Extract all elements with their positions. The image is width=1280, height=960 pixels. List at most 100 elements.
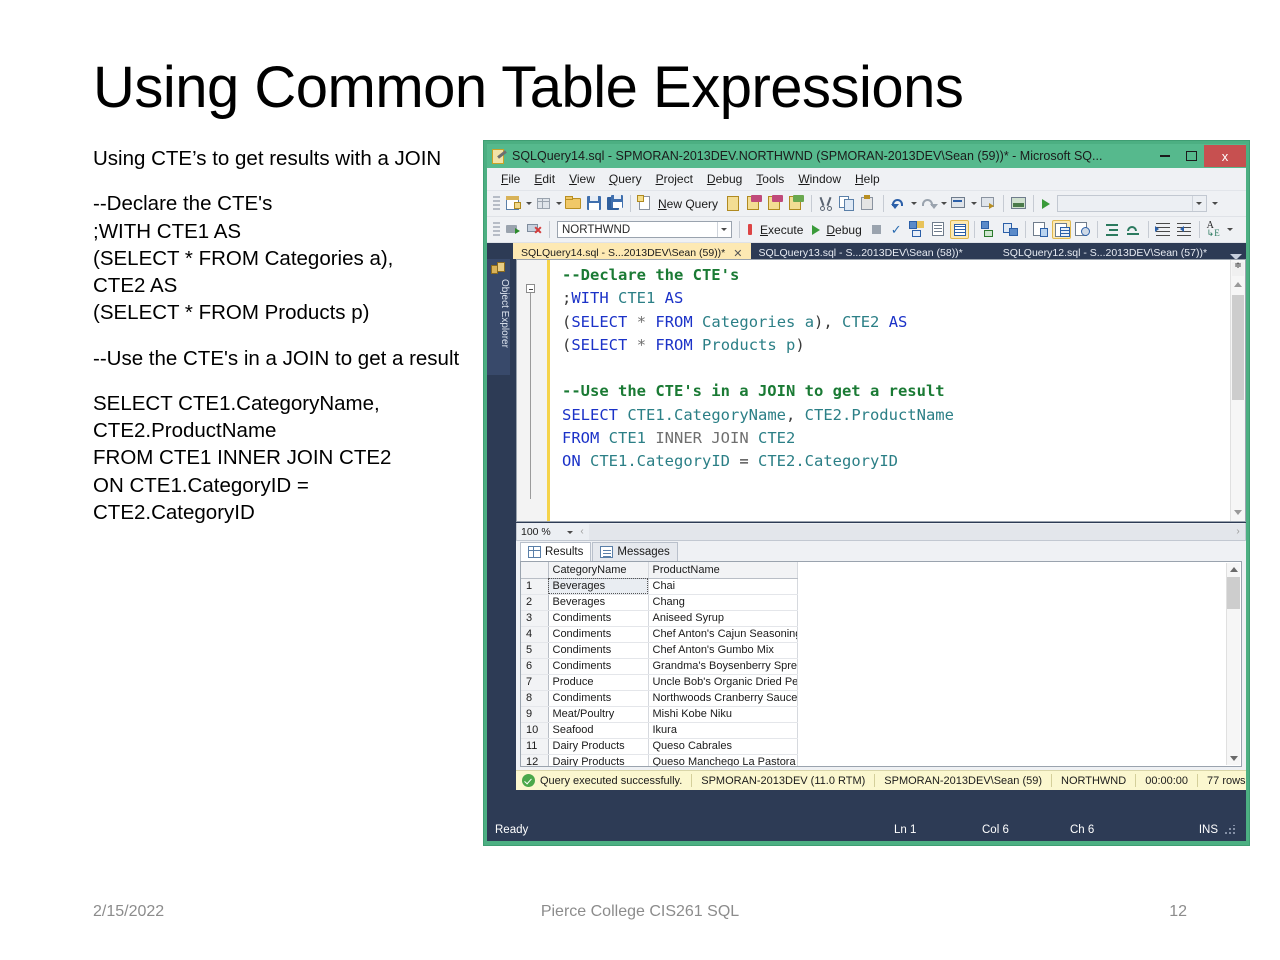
cell-productname[interactable]: Mishi Kobe Niku bbox=[648, 706, 798, 723]
include-actual-plan-icon[interactable] bbox=[980, 220, 999, 239]
run-icon[interactable] bbox=[1042, 198, 1051, 209]
navigate-backward-icon[interactable] bbox=[949, 194, 968, 213]
column-header-productname[interactable]: ProductName bbox=[648, 562, 798, 579]
include-client-statistics-icon[interactable] bbox=[1001, 220, 1020, 239]
comment-lines-icon[interactable] bbox=[1103, 220, 1122, 239]
row-number-cell[interactable]: 2 bbox=[521, 594, 549, 611]
cell-productname[interactable]: Queso Manchego La Pastora bbox=[648, 754, 798, 766]
cell-categoryname[interactable]: Beverages bbox=[548, 594, 649, 611]
undo-icon[interactable] bbox=[889, 194, 908, 213]
close-button[interactable]: x bbox=[1204, 145, 1246, 167]
execute-bang-icon[interactable] bbox=[748, 224, 752, 235]
new-query-icon[interactable] bbox=[636, 194, 655, 213]
cell-productname[interactable]: Chef Anton's Gumbo Mix bbox=[648, 642, 798, 659]
tab-messages[interactable]: Messages bbox=[592, 542, 678, 561]
table-row[interactable]: 8 Condiments Northwoods Cranberry Sauce bbox=[521, 690, 798, 707]
toolbar-grip[interactable] bbox=[493, 221, 500, 238]
menu-item-edit[interactable]: Edit bbox=[527, 171, 562, 187]
cut-icon[interactable] bbox=[817, 194, 836, 213]
menu-item-view[interactable]: View bbox=[562, 171, 602, 187]
row-number-cell[interactable]: 6 bbox=[521, 658, 549, 675]
toolbar-zoom-combo[interactable] bbox=[1057, 195, 1208, 212]
results-to-grid-icon[interactable] bbox=[949, 220, 969, 239]
object-explorer-docked-panel[interactable]: Object Explorer bbox=[487, 259, 510, 841]
row-number-cell[interactable]: 7 bbox=[521, 674, 549, 691]
new-mdx-query-icon[interactable] bbox=[745, 194, 764, 213]
redo-icon[interactable] bbox=[919, 194, 939, 213]
table-row[interactable]: 12 Dairy Products Queso Manchego La Pastor… bbox=[521, 754, 798, 766]
save-all-icon[interactable] bbox=[606, 194, 625, 213]
scroll-down-arrow-icon[interactable] bbox=[1234, 510, 1242, 515]
new-dmx-query-icon[interactable] bbox=[766, 194, 785, 213]
format-text-icon[interactable]: A ↳E bbox=[1205, 220, 1224, 239]
cell-categoryname[interactable]: Condiments bbox=[548, 642, 649, 659]
table-row[interactable]: 3 Condiments Aniseed Syrup bbox=[521, 610, 798, 627]
database-combo[interactable]: NORTHWND bbox=[557, 221, 732, 238]
cell-productname[interactable]: Ikura bbox=[648, 722, 798, 739]
row-number-cell[interactable]: 10 bbox=[521, 722, 549, 739]
menu-item-file[interactable]: File bbox=[494, 171, 527, 187]
scrollbar-thumb[interactable] bbox=[1227, 577, 1240, 609]
uncomment-lines-icon[interactable] bbox=[1124, 220, 1143, 239]
execute-button[interactable]: Execute bbox=[760, 223, 803, 237]
table-row[interactable]: 2 Beverages Chang bbox=[521, 594, 798, 611]
save-icon[interactable] bbox=[585, 194, 604, 213]
menu-item-project[interactable]: Project bbox=[649, 171, 700, 187]
cell-categoryname[interactable]: Meat/Poultry bbox=[548, 706, 649, 723]
cell-categoryname[interactable]: Condiments bbox=[548, 690, 649, 707]
row-number-cell[interactable]: 3 bbox=[521, 610, 549, 627]
cell-categoryname[interactable]: Produce bbox=[548, 674, 649, 691]
cell-categoryname[interactable]: Condiments bbox=[548, 610, 649, 627]
cell-productname[interactable]: Grandma's Boysenberry Spread bbox=[648, 658, 798, 675]
hscroll-left-arrow-icon[interactable]: ‹ bbox=[575, 524, 589, 540]
new-query-label[interactable]: New Query bbox=[658, 197, 718, 211]
cell-productname[interactable]: Uncle Bob's Organic Dried Pears bbox=[648, 674, 798, 691]
cell-categoryname[interactable]: Condiments bbox=[548, 658, 649, 675]
cell-productname[interactable]: Queso Cabrales bbox=[648, 738, 798, 755]
query-options-icon[interactable] bbox=[929, 220, 948, 239]
new-item-icon[interactable] bbox=[504, 194, 523, 213]
cell-categoryname[interactable]: Condiments bbox=[548, 626, 649, 643]
scroll-up-arrow-icon[interactable] bbox=[1234, 282, 1242, 287]
results-grid[interactable]: CategoryName ProductName 1 Beverages Chai 2… bbox=[520, 561, 1242, 767]
hscroll-track[interactable] bbox=[589, 523, 1231, 540]
menu-item-tools[interactable]: Tools bbox=[749, 171, 791, 187]
show-diagram-pane-icon[interactable] bbox=[1009, 194, 1028, 213]
table-row[interactable]: 11 Dairy Products Queso Cabrales bbox=[521, 738, 798, 755]
row-number-cell[interactable]: 5 bbox=[521, 642, 549, 659]
display-estimated-plan-icon[interactable] bbox=[908, 220, 927, 239]
cell-productname[interactable]: Chai bbox=[648, 578, 798, 595]
row-number-cell[interactable]: 11 bbox=[521, 738, 549, 755]
sql-code-text[interactable]: --Declare the CTE's ;WITH CTE1 AS (SELECT … bbox=[562, 264, 1221, 474]
increase-indent-icon[interactable] bbox=[1175, 220, 1194, 239]
redo-dropdown-icon[interactable] bbox=[939, 194, 948, 213]
connect-icon[interactable] bbox=[504, 220, 523, 239]
menu-item-query[interactable]: Query bbox=[602, 171, 649, 187]
cell-categoryname[interactable]: Dairy Products bbox=[548, 754, 649, 766]
open-file-icon[interactable] bbox=[564, 194, 583, 213]
add-table-dropdown-icon[interactable] bbox=[554, 194, 563, 213]
table-row[interactable]: 5 Condiments Chef Anton's Gumbo Mix bbox=[521, 642, 798, 659]
row-number-cell[interactable]: 1 bbox=[521, 578, 549, 595]
new-xmla-query-icon[interactable] bbox=[787, 194, 806, 213]
table-row[interactable]: 1 Beverages Chai bbox=[521, 578, 798, 595]
cell-productname[interactable]: Chang bbox=[648, 594, 798, 611]
copy-icon[interactable] bbox=[838, 194, 857, 213]
cell-productname[interactable]: Northwoods Cranberry Sauce bbox=[648, 690, 798, 707]
fold-collapse-icon[interactable] bbox=[526, 284, 535, 293]
resize-grip-icon[interactable] bbox=[1224, 825, 1242, 835]
menu-item-help[interactable]: Help bbox=[848, 171, 887, 187]
row-number-cell[interactable]: 4 bbox=[521, 626, 549, 643]
row-number-cell[interactable]: 9 bbox=[521, 706, 549, 723]
close-icon[interactable]: ✕ bbox=[733, 247, 742, 260]
table-row[interactable]: 10 Seafood Ikura bbox=[521, 722, 798, 739]
stop-icon[interactable] bbox=[871, 225, 881, 234]
split-view-icon[interactable]: ≑ bbox=[1232, 261, 1244, 276]
scroll-up-arrow-icon[interactable] bbox=[1230, 567, 1238, 572]
parse-check-icon[interactable]: ✓ bbox=[891, 222, 902, 238]
toolbar-overflow-icon[interactable] bbox=[1225, 220, 1234, 239]
cell-productname[interactable]: Chef Anton's Cajun Seasoning bbox=[648, 626, 798, 643]
toolbar-grip[interactable] bbox=[493, 195, 500, 212]
menu-item-window[interactable]: Window bbox=[791, 171, 848, 187]
decrease-indent-icon[interactable] bbox=[1154, 220, 1173, 239]
